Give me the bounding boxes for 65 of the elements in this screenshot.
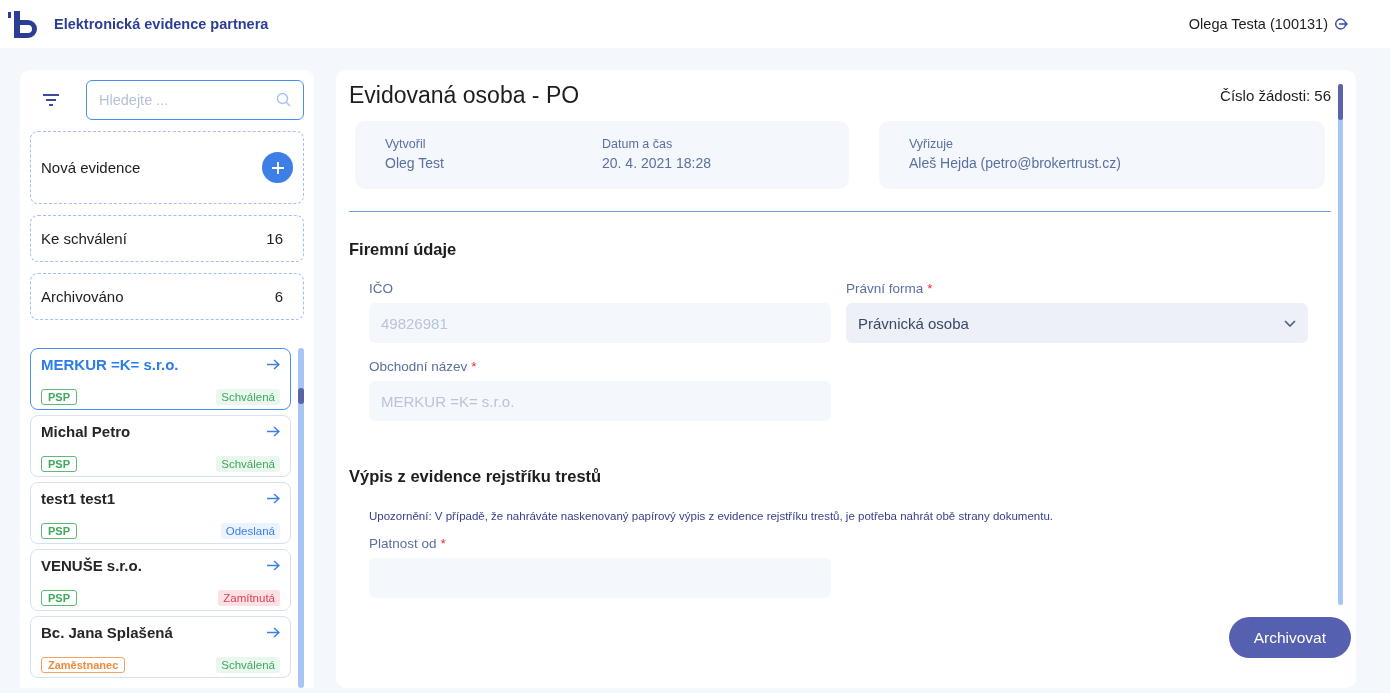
chevron-down-icon [1284,319,1296,327]
add-button[interactable] [262,152,293,183]
arrow-right-icon[interactable] [267,426,280,437]
info-label: Vytvořil [385,137,427,151]
arrow-right-icon[interactable] [267,627,280,638]
partner-card[interactable]: VENUŠE s.r.o. PSP Zamítnutá [30,549,291,611]
counter-label: Archivováno [41,288,124,305]
status-badge: Schválená [216,389,280,405]
partner-card[interactable]: Michal Petro PSP Schválená [30,415,291,477]
search-field[interactable]: Hledejte ... [86,80,304,120]
notice-text: Upozornění: V případě, že nahráváte naskenovaný papírový výpis z evidence rejstříku trestů, je potřeba nahrát obě strany dokumentu. [369,510,1054,522]
logo-icon [8,11,40,41]
field-label: IČO [369,281,393,296]
type-tag: Zaměstnanec [41,657,126,673]
partner-name: Bc. Jana Splašená [41,624,173,641]
plus-icon [271,161,284,174]
required-mark: * [471,359,477,374]
page-title: Evidovaná osoba - PO [349,82,580,109]
app-title: Elektronická evidence partnera [54,16,269,32]
required-mark: * [927,281,933,296]
counter-label: Ke schválení [41,230,127,247]
archive-button[interactable]: Archivovat [1228,617,1351,658]
filter-icon[interactable] [42,94,60,106]
logout-icon[interactable] [1334,17,1348,31]
user-name: Olega Testa (100131) [1188,16,1328,32]
new-entry-card[interactable]: Nová evidence [30,131,304,204]
partner-card[interactable]: Bc. Jana Splašená Zaměstnanec Schválená [30,616,291,678]
status-badge: Schválená [216,456,280,472]
status-badge: Odeslaná [220,523,280,539]
info-value: Aleš Hejda (petro@brokertrust.cz) [909,155,1122,171]
info-label: Vyřizuje [909,137,954,151]
field-label: Právní forma [846,281,924,296]
request-number: Číslo žádosti: 56 [1220,87,1331,104]
arrow-right-icon[interactable] [267,493,280,504]
arrow-right-icon[interactable] [267,359,280,370]
partner-name: Michal Petro [41,423,131,440]
new-entry-label: Nová evidence [41,159,141,176]
scrollbar[interactable] [298,348,304,688]
partner-name: MERKUR =K= s.r.o. [41,356,179,373]
status-badge: Schválená [216,657,280,673]
status-badge: Zamítnutá [218,590,280,606]
type-tag: PSP [41,590,77,606]
counter-card[interactable]: Archivováno 6 [30,273,304,320]
counter-count: 16 [266,230,283,247]
select-field[interactable]: Právnická osoba [846,303,1308,343]
info-value: Oleg Test [385,155,445,171]
field-label: Platnost od [369,536,437,551]
scrollbar[interactable] [1338,84,1343,605]
info-value: 20. 4. 2021 18:28 [602,155,712,171]
type-tag: PSP [41,523,77,539]
type-tag: PSP [41,456,77,472]
section-title: Výpis z evidence rejstříku trestů [349,467,603,486]
field-label: Obchodní název [369,359,468,374]
counter-card[interactable]: Ke schválení 16 [30,215,304,262]
partner-card[interactable]: MERKUR =K= s.r.o. PSP Schválená [30,348,291,410]
partner-card[interactable]: test1 test1 PSP Odeslaná [30,482,291,544]
partner-name: test1 test1 [41,490,116,507]
counter-count: 6 [274,288,283,305]
required-mark: * [440,536,446,551]
arrow-right-icon[interactable] [267,560,280,571]
section-title: Firemní údaje [349,240,458,259]
search-icon [276,92,291,107]
type-tag: PSP [41,389,77,405]
partner-name: VENUŠE s.r.o. [41,557,142,574]
info-label: Datum a čas [602,137,674,151]
